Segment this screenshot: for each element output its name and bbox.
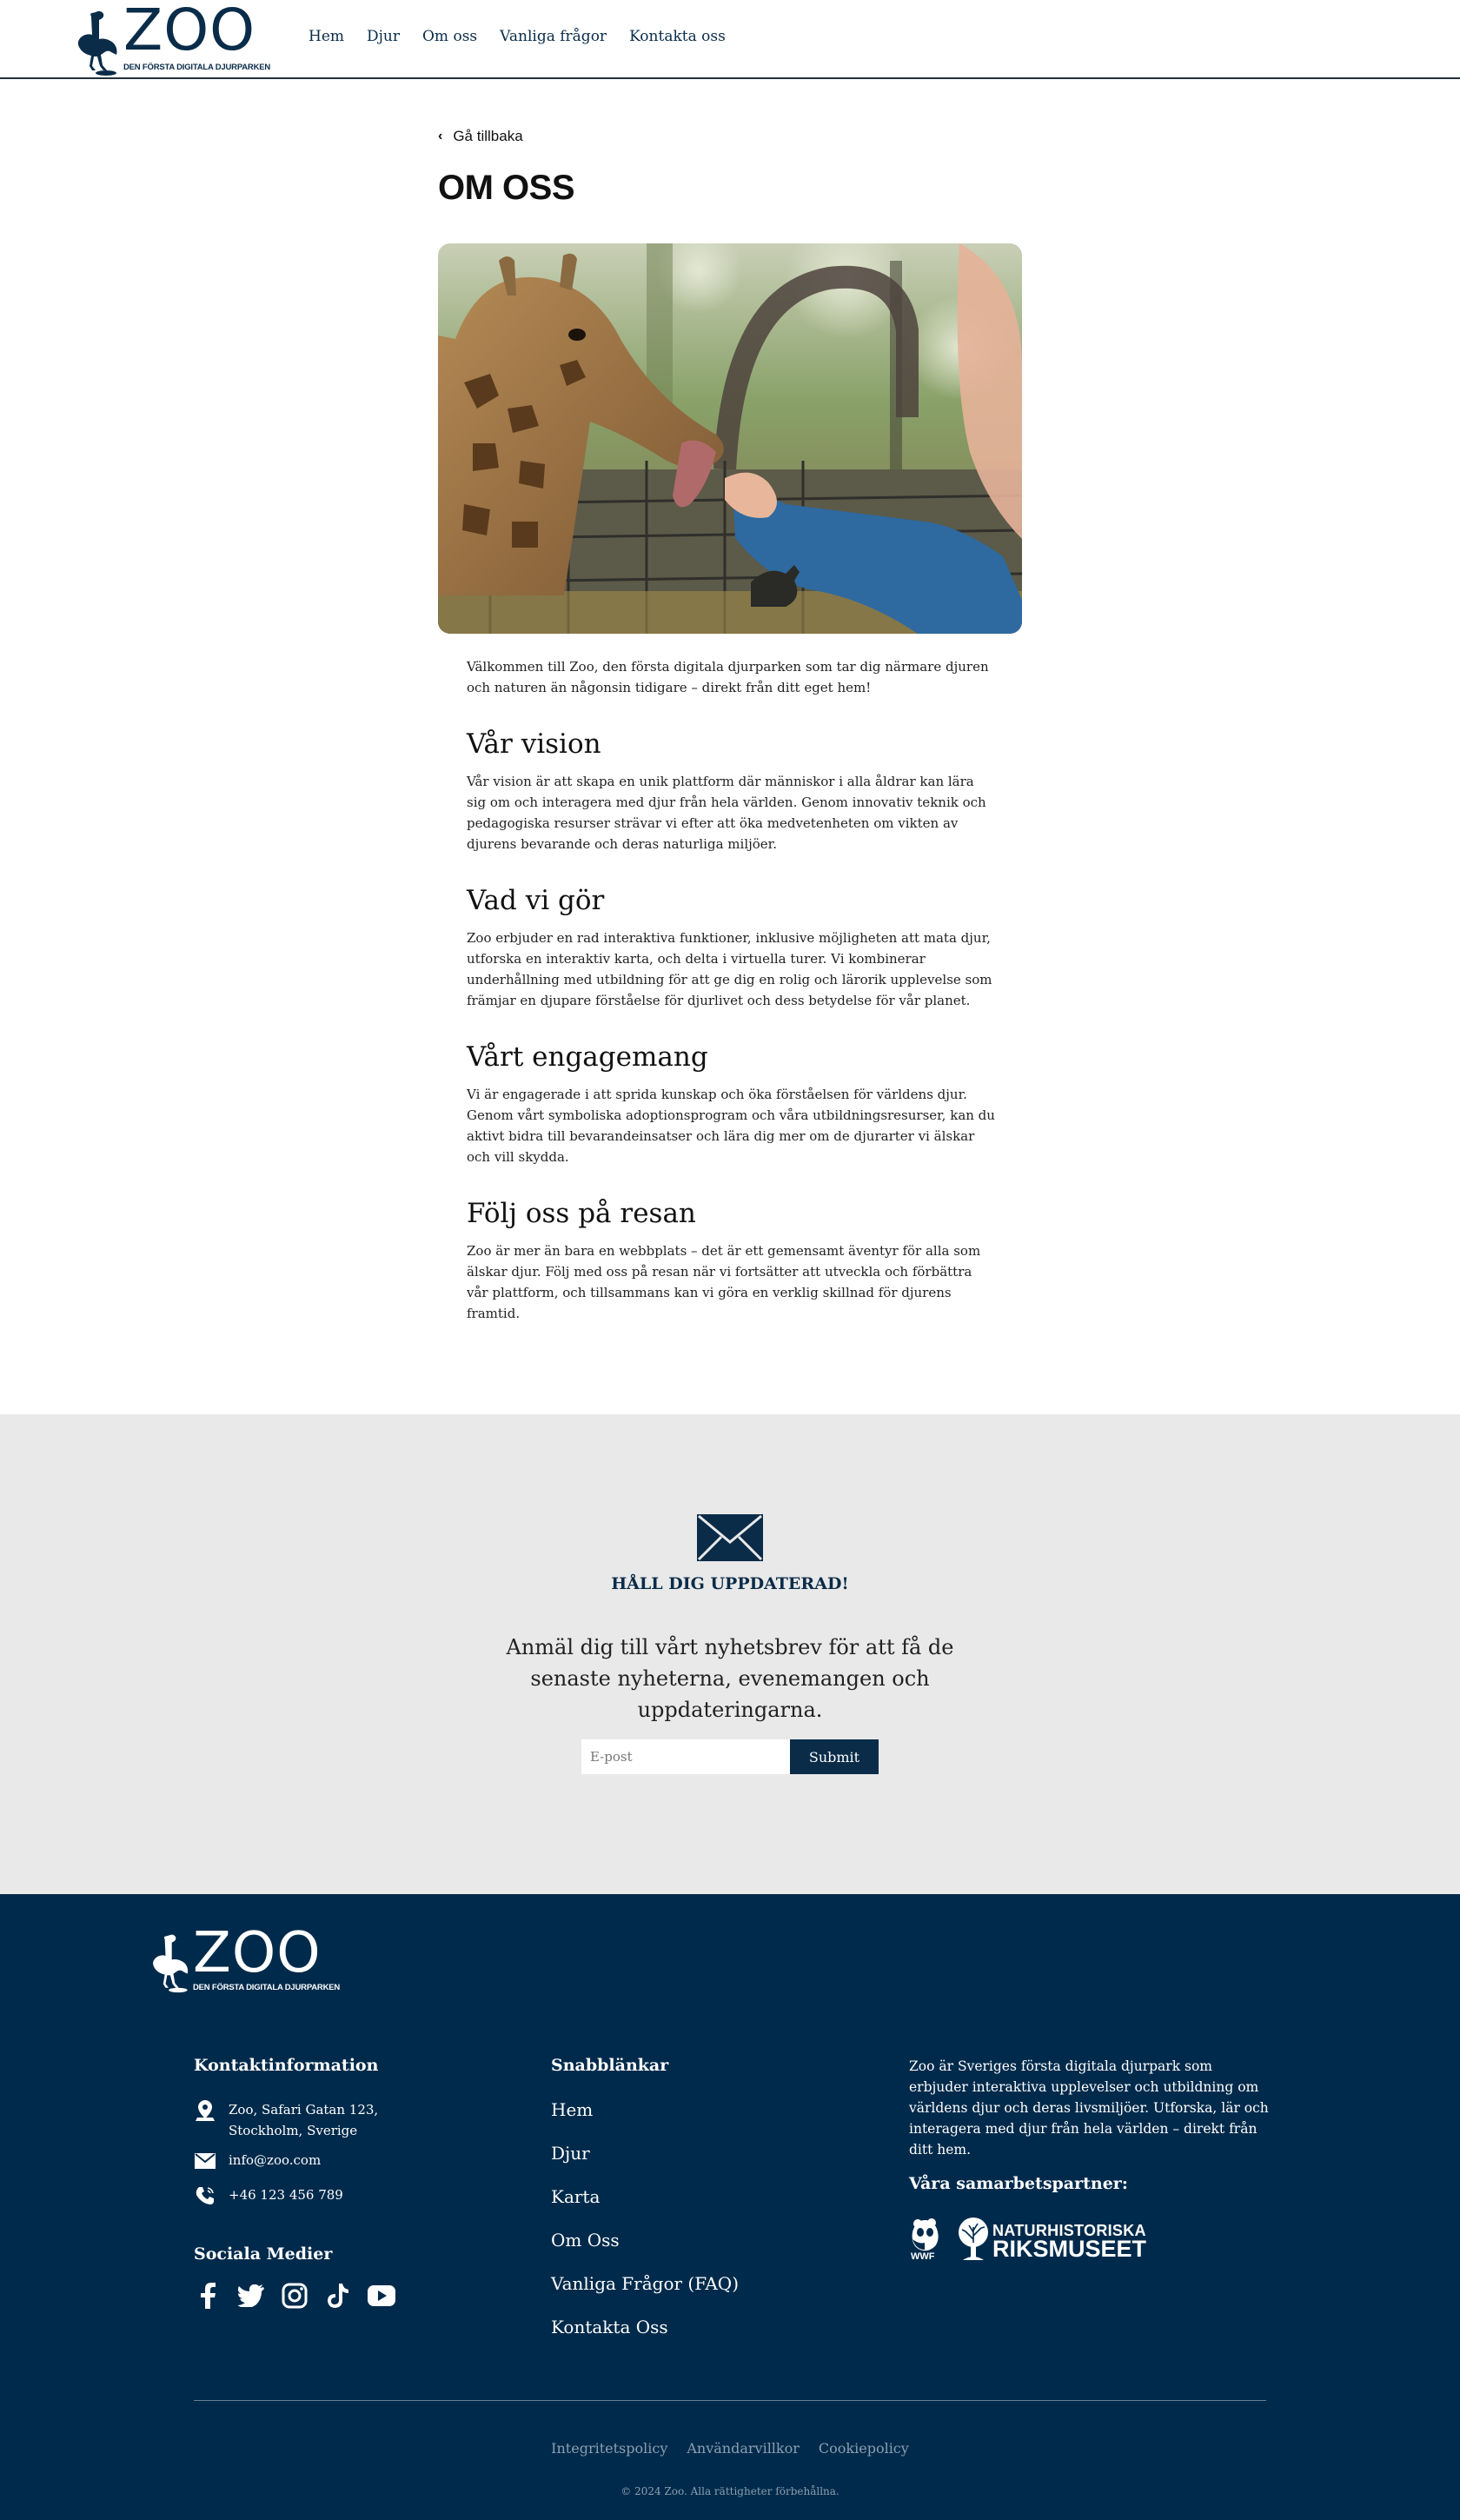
newsletter-section: HÅLL DIG UPPDATERAD! Anmäl dig till vårt… bbox=[0, 1414, 1460, 1894]
footer-logo-tagline: DEN FÖRSTA DIGITALA DJURPARKEN bbox=[193, 1983, 341, 1992]
nav-link-djur[interactable]: Djur bbox=[367, 28, 400, 45]
main-nav: Hem Djur Om oss Vanliga frågor Kontakta … bbox=[309, 28, 748, 45]
section-body-folj-oss: Zoo är mer än bara en webbplats – det är… bbox=[467, 1243, 981, 1321]
site-footer: ZOO DEN FÖRSTA DIGITALA DJURPARKEN Konta… bbox=[0, 1894, 1460, 2520]
quicklink-faq[interactable]: Vanliga Frågor (FAQ) bbox=[551, 2273, 739, 2294]
quicklink-karta[interactable]: Karta bbox=[551, 2186, 600, 2207]
section-heading-folj-oss: Följ oss på resan bbox=[467, 1198, 696, 1229]
partners-title: Våra samarbetspartner: bbox=[909, 2174, 1128, 2193]
phone-text: +46 123 456 789 bbox=[229, 2187, 343, 2203]
footer-divider bbox=[194, 2400, 1266, 2401]
quicklink-djur[interactable]: Djur bbox=[551, 2143, 590, 2164]
section-body-vision: Vår vision är att skapa en unik plattfor… bbox=[467, 774, 986, 852]
copyright: © 2024 Zoo. Alla rättigheter förbehållna… bbox=[620, 2485, 840, 2497]
footer-zoo-logo[interactable]: ZOO DEN FÖRSTA DIGITALA DJURPARKEN bbox=[146, 1925, 340, 1993]
privacy-policy-link[interactable]: Integritetspolicy bbox=[551, 2440, 667, 2457]
riksmuseet-label: RIKSMUSEET bbox=[992, 2236, 1147, 2262]
newsletter-heading: HÅLL DIG UPPDATERAD! bbox=[611, 1574, 849, 1593]
wwf-label: WWF bbox=[911, 2251, 935, 2262]
location-pin-icon bbox=[194, 2099, 216, 2122]
newsletter-text: Anmäl dig till vårt nyhetsbrev för att f… bbox=[506, 1635, 954, 1722]
ostrich-icon bbox=[153, 1934, 189, 1993]
nav-link-om-oss[interactable]: Om oss bbox=[422, 28, 477, 45]
zoo-logo[interactable]: ZOO DEN FÖRSTA DIGITALA DJURPARKEN bbox=[71, 0, 270, 76]
contact-title: Kontaktinformation bbox=[194, 2056, 379, 2075]
intro-paragraph: Välkommen till Zoo, den första digitala … bbox=[467, 659, 989, 695]
social-title: Sociala Medier bbox=[194, 2244, 333, 2264]
quicklink-kontakt[interactable]: Kontakta Oss bbox=[551, 2317, 668, 2337]
contact-address: Zoo, Safari Gatan 123, Stockholm, Sverige bbox=[194, 2099, 378, 2141]
twitter-icon[interactable] bbox=[237, 2282, 265, 2310]
contact-email[interactable]: info@zoo.com bbox=[194, 2150, 321, 2172]
tiktok-icon[interactable] bbox=[324, 2282, 352, 2310]
footer-about-text: Zoo är Sveriges första digitala djurpark… bbox=[909, 2058, 1269, 2158]
back-label: Gå tillbaka bbox=[453, 128, 523, 144]
section-heading-engagemang: Vårt engagemang bbox=[467, 1041, 708, 1073]
site-header: ZOO DEN FÖRSTA DIGITALA DJURPARKEN Hem D… bbox=[0, 0, 1460, 79]
quicklink-hem[interactable]: Hem bbox=[551, 2099, 593, 2120]
about-content: Välkommen till Zoo, den första digitala … bbox=[467, 656, 997, 1324]
section-body-engagemang: Vi är engagerade i att sprida kunskap oc… bbox=[467, 1087, 995, 1165]
terms-link[interactable]: Användarvillkor bbox=[687, 2440, 800, 2457]
envelope-icon bbox=[697, 1514, 763, 1565]
logo-wordmark: ZOO bbox=[123, 0, 256, 63]
section-heading-vision: Vår vision bbox=[467, 728, 601, 760]
naturhistoriska-riksmuseet-logo[interactable]: NATURHISTORISKA RIKSMUSEET bbox=[956, 2217, 1147, 2264]
hero-image-giraffe bbox=[438, 243, 1022, 634]
mail-icon bbox=[194, 2150, 216, 2172]
instagram-icon[interactable] bbox=[281, 2282, 309, 2310]
email-text: info@zoo.com bbox=[229, 2152, 322, 2168]
logo-tagline: DEN FÖRSTA DIGITALA DJURPARKEN bbox=[123, 63, 271, 72]
nav-link-faq[interactable]: Vanliga frågor bbox=[500, 28, 607, 45]
footer-logo-wordmark: ZOO bbox=[193, 1921, 322, 1985]
section-body-vad-vi-gor: Zoo erbjuder en rad interaktiva funktion… bbox=[467, 930, 992, 1008]
cookie-policy-link[interactable]: Cookiepolicy bbox=[819, 2440, 909, 2457]
chevron-left-icon: ‹ bbox=[438, 129, 443, 143]
contact-phone[interactable]: +46 123 456 789 bbox=[194, 2184, 343, 2207]
youtube-icon[interactable] bbox=[368, 2282, 395, 2310]
page-title: OM OSS bbox=[438, 169, 575, 207]
facebook-icon[interactable] bbox=[194, 2282, 222, 2310]
legal-links: Integritetspolicy Användarvillkor Cookie… bbox=[0, 2440, 1460, 2457]
wwf-panda-logo[interactable]: WWF bbox=[909, 2217, 940, 2264]
submit-button[interactable]: Submit bbox=[790, 1739, 879, 1774]
nav-link-kontakt[interactable]: Kontakta oss bbox=[629, 28, 726, 45]
social-links bbox=[194, 2282, 395, 2310]
address-text: Zoo, Safari Gatan 123, Stockholm, Sverige bbox=[229, 2099, 378, 2141]
tree-icon bbox=[959, 2217, 988, 2260]
nav-link-hem[interactable]: Hem bbox=[309, 28, 344, 45]
address-line1: Zoo, Safari Gatan 123, bbox=[229, 2102, 379, 2118]
ostrich-icon bbox=[77, 10, 117, 76]
section-heading-vad-vi-gor: Vad vi gör bbox=[467, 885, 605, 916]
email-input[interactable] bbox=[581, 1739, 790, 1774]
quicklinks-title: Snabblänkar bbox=[551, 2056, 669, 2075]
back-link[interactable]: ‹ Gå tillbaka bbox=[438, 128, 523, 145]
address-line2: Stockholm, Sverige bbox=[229, 2123, 358, 2138]
quicklink-om-oss[interactable]: Om Oss bbox=[551, 2230, 620, 2251]
phone-icon bbox=[194, 2184, 216, 2207]
